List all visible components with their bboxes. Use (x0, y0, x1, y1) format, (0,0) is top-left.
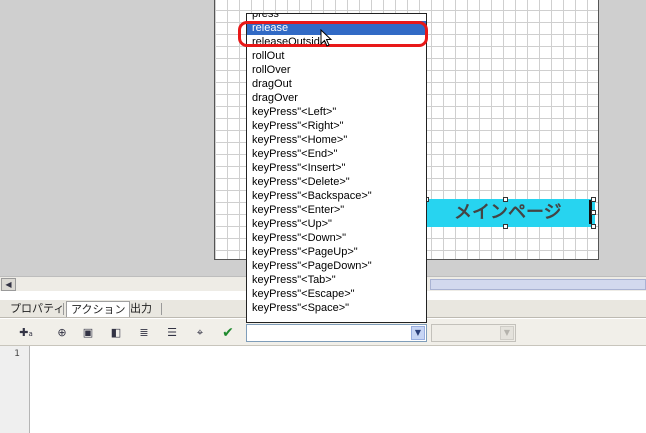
selection-handle-middle-right[interactable] (591, 210, 596, 215)
list-item[interactable]: keyPress"<Down>" (247, 231, 426, 245)
event-select[interactable]: ▼ (246, 324, 427, 342)
find-icon[interactable]: ▣ (80, 325, 96, 341)
dropdown-arrow-button[interactable]: ▼ (411, 326, 425, 340)
line-number: 1 (14, 349, 20, 359)
list-item[interactable]: dragOut (247, 77, 426, 91)
selection-handle-top-middle[interactable] (503, 197, 508, 202)
secondary-select-disabled: ▼ (431, 324, 516, 342)
highlight-ring (238, 21, 428, 47)
list-item[interactable]: rollOut (247, 49, 426, 63)
list-item[interactable]: keyPress"<Backspace>" (247, 189, 426, 203)
mouse-cursor-icon (320, 29, 333, 47)
disabled-dropdown-arrow: ▼ (500, 326, 514, 340)
auto-format-icon[interactable]: ☰ (164, 325, 180, 341)
list-item[interactable]: press (247, 14, 426, 21)
list-item[interactable]: keyPress"<End>" (247, 147, 426, 161)
line-number-gutter: 1 (0, 346, 30, 433)
list-item[interactable]: keyPress"<Space>" (247, 301, 426, 315)
scrollbar-thumb[interactable] (430, 279, 646, 290)
tab-separator (63, 303, 64, 315)
list-item[interactable]: keyPress"<Left>" (247, 105, 426, 119)
selection-handle-top-right[interactable] (591, 197, 596, 202)
list-item[interactable]: rollOver (247, 63, 426, 77)
list-item[interactable]: keyPress"<Insert>" (247, 161, 426, 175)
event-dropdown-list[interactable]: press release releaseOutside rollOut rol… (246, 13, 427, 323)
main-page-button[interactable]: メインページ (426, 199, 595, 227)
chevron-down-icon: ▼ (503, 328, 511, 337)
add-statement-icon[interactable]: ✚a (18, 325, 34, 341)
list-item[interactable]: keyPress"<PageDown>" (247, 259, 426, 273)
list-item[interactable]: keyPress"<Home>" (247, 133, 426, 147)
tab-actions[interactable]: アクション (66, 301, 131, 317)
insert-target-icon[interactable]: ⌖ (192, 325, 208, 341)
list-item[interactable]: keyPress"<Tab>" (247, 273, 426, 287)
list-item[interactable]: keyPress"<Enter>" (247, 203, 426, 217)
actions-toolbar: ✚a ⊕ ▣ ◧ ≣ ☰ ⌖ ✔ ▼ ▼ (0, 319, 646, 346)
insert-target-path-icon[interactable]: ⊕ (54, 325, 70, 341)
list-item[interactable]: keyPress"<PageUp>" (247, 245, 426, 259)
selection-handle-bottom-middle[interactable] (503, 224, 508, 229)
list-item[interactable]: keyPress"<Escape>" (247, 287, 426, 301)
list-item[interactable]: keyPress"<Right>" (247, 119, 426, 133)
scroll-left-button[interactable]: ◀ (1, 278, 16, 291)
list-item[interactable]: dragOver (247, 91, 426, 105)
tab-properties[interactable]: プロパティ (6, 301, 68, 317)
selection-handle-bottom-right[interactable] (591, 224, 596, 229)
chevron-down-icon: ▼ (414, 328, 422, 337)
replace-icon[interactable]: ◧ (108, 325, 124, 341)
script-editor[interactable]: 1 (0, 346, 646, 433)
check-syntax-icon[interactable]: ≣ (136, 325, 152, 341)
list-item[interactable]: keyPress"<Up>" (247, 217, 426, 231)
tab-separator (161, 303, 162, 315)
arrow-left-icon: ◀ (5, 280, 12, 289)
apply-check-icon[interactable]: ✔ (220, 325, 236, 341)
list-item[interactable]: keyPress"<Delete>" (247, 175, 426, 189)
tab-output[interactable]: 出力 (126, 301, 156, 317)
